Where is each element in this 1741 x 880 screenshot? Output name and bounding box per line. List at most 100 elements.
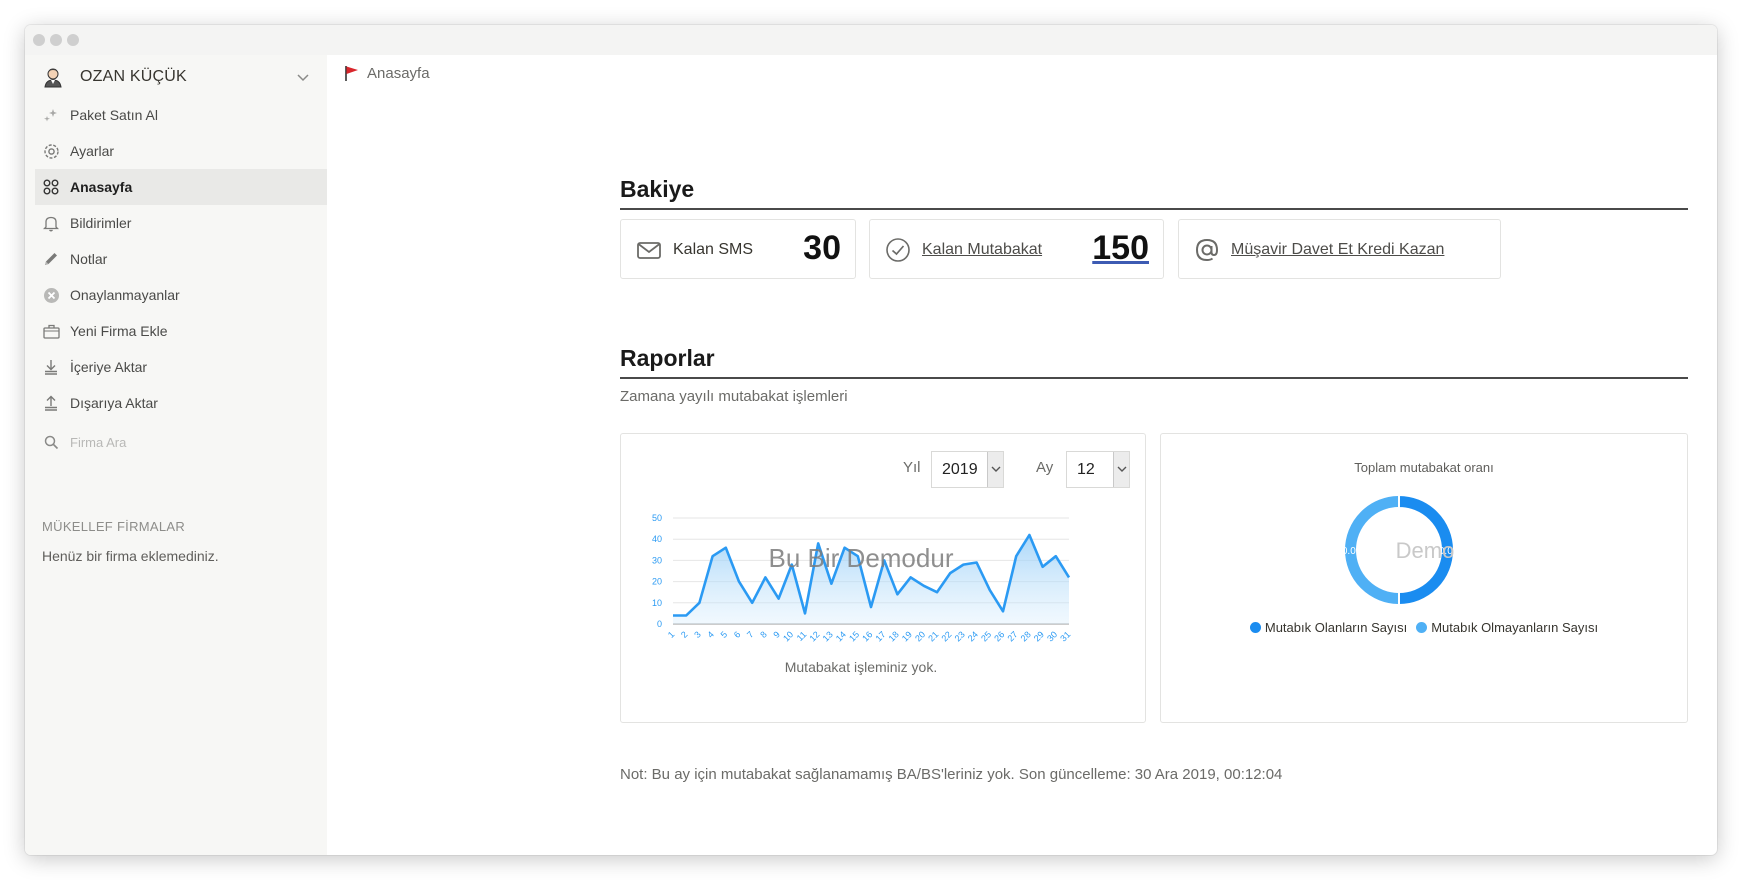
sidebar-item-unapproved[interactable]: Onaylanmayanlar	[35, 277, 327, 313]
sidebar-item-label: Notlar	[70, 251, 108, 267]
check-circle-icon	[886, 238, 910, 262]
balance-heading: Bakiye	[620, 176, 695, 202]
breadcrumb-label: Anasayfa	[367, 64, 430, 82]
x-tick-label: 7	[745, 629, 756, 640]
user-name: OZAN KÜÇÜK	[80, 68, 187, 85]
sidebar-item-settings[interactable]: Ayarlar	[35, 133, 327, 169]
pie-legend: Mutabık Olanların Sayısı Mutabık Olmayan…	[1161, 620, 1687, 635]
x-tick-label: 4	[705, 629, 716, 640]
chevron-down-icon[interactable]	[295, 69, 311, 85]
x-tick-label: 3	[692, 629, 703, 640]
pie-slice-label: 50.0%	[1336, 546, 1364, 557]
sidebar: OZAN KÜÇÜK Paket Satın Al Ayarlar Anasay…	[25, 55, 327, 855]
sparkle-icon	[42, 106, 60, 124]
upload-icon	[42, 394, 60, 412]
sidebar-item-add-company[interactable]: Yeni Firma Ekle	[35, 313, 327, 349]
y-tick-label: 20	[652, 577, 662, 587]
sidebar-item-export[interactable]: Dışarıya Aktar	[35, 385, 327, 421]
x-tick-label: 5	[719, 629, 730, 640]
reconciliation-balance-card: Kalan Mutabakat 150	[869, 219, 1164, 279]
reports-heading: Raporlar	[620, 345, 715, 371]
briefcase-icon	[42, 322, 60, 340]
balance-divider	[620, 208, 1688, 210]
legend-swatch-matched	[1249, 622, 1261, 633]
timeline-chart-card: Yıl 2019 Ay 12 0 10 20 30 40 50 1 2 3 4 …	[620, 433, 1146, 723]
user-avatar-icon	[44, 68, 62, 88]
legend-label-unmatched[interactable]: Mutabık Olmayanların Sayısı	[1431, 620, 1598, 635]
timeline-area-chart: 01020304050 1 2 3 4 5 6 7 8 9 10 11 12 13 14 15 16 17 18 1…	[652, 513, 1072, 643]
pie-title: Toplam mutabakat oranı	[1354, 460, 1494, 475]
window-minimize-dot[interactable]	[50, 34, 62, 46]
x-tick-label: 31	[1058, 629, 1072, 643]
company-search-input[interactable]: Firma Ara	[35, 424, 327, 460]
title-bar	[25, 25, 1717, 55]
pie-watermark: Demo	[1396, 538, 1455, 563]
search-icon	[42, 433, 60, 451]
x-tick-label: 9	[771, 629, 782, 640]
reconciliation-balance-link[interactable]: Kalan Mutabakat	[922, 241, 1042, 259]
month-label: Ay	[1036, 459, 1054, 476]
sidebar-item-home[interactable]: Anasayfa	[35, 169, 327, 205]
year-select[interactable]: 2019	[931, 451, 1004, 488]
reports-divider	[620, 377, 1688, 379]
y-tick-label: 40	[652, 534, 662, 544]
sidebar-item-notes[interactable]: Notlar	[35, 241, 327, 277]
month-select-arrow[interactable]	[1113, 452, 1129, 487]
year-select-value: 2019	[942, 461, 978, 478]
user-switcher[interactable]: OZAN KÜÇÜK	[35, 62, 315, 92]
year-label: Yıl	[903, 459, 921, 476]
flag-icon	[345, 66, 358, 81]
y-tick-label: 50	[652, 513, 662, 523]
reports-subtitle: Zamana yayılı mutabakat işlemleri	[620, 388, 848, 405]
section-title-companies: MÜKELLEF FİRMALAR	[42, 519, 186, 534]
sidebar-item-label: Anasayfa	[70, 179, 133, 195]
companies-empty-text: Henüz bir firma eklemediniz.	[42, 548, 219, 564]
sidebar-item-label: İçeriye Aktar	[70, 359, 148, 375]
grid-icon	[42, 178, 60, 196]
app-window: OZAN KÜÇÜK Paket Satın Al Ayarlar Anasay…	[25, 25, 1717, 855]
sms-balance-label: Kalan SMS	[673, 241, 754, 258]
x-tick-label: 2	[679, 629, 690, 640]
search-placeholder: Firma Ara	[70, 434, 127, 450]
x-tick-label: 6	[732, 629, 743, 640]
x-tick-label: 8	[758, 629, 769, 640]
sidebar-item-label: Yeni Firma Ekle	[70, 323, 168, 339]
main-content: Anasayfa Bakiye Kalan SMS 30 Kalan Mutab…	[327, 55, 1717, 855]
sidebar-item-buy-package[interactable]: Paket Satın Al	[35, 97, 327, 133]
legend-swatch-unmatched	[1416, 622, 1428, 633]
sidebar-item-import[interactable]: İçeriye Aktar	[35, 349, 327, 385]
sidebar-item-label: Paket Satın Al	[70, 107, 158, 123]
sidebar-nav: Paket Satın Al Ayarlar Anasayfa Bildirim…	[35, 97, 327, 460]
window-close-dot[interactable]	[33, 34, 45, 46]
window-maximize-dot[interactable]	[67, 34, 79, 46]
mail-icon	[637, 242, 661, 259]
ratio-chart-card: Toplam mutabakat oranı 50.0% 50.0% Demo M…	[1160, 433, 1688, 723]
x-circle-icon	[42, 286, 60, 304]
legend-label-matched[interactable]: Mutabık Olanların Sayısı	[1265, 620, 1407, 635]
pencil-icon	[42, 250, 60, 268]
sidebar-item-label: Onaylanmayanlar	[70, 287, 180, 303]
sidebar-item-label: Ayarlar	[70, 143, 115, 159]
bell-icon	[42, 214, 60, 232]
y-tick-label: 0	[657, 619, 662, 629]
x-tick-label: 1	[666, 629, 677, 640]
invite-card: Müşavir Davet Et Kredi Kazan	[1178, 219, 1501, 279]
month-select[interactable]: 12	[1066, 451, 1130, 488]
y-tick-label: 30	[652, 555, 662, 565]
sidebar-item-label: Dışarıya Aktar	[70, 395, 158, 411]
x-tick-label: 10	[781, 629, 795, 643]
sms-balance-card: Kalan SMS 30	[620, 219, 856, 279]
month-select-value: 12	[1077, 461, 1095, 478]
chart-empty-note: Mutabakat işleminiz yok.	[784, 659, 938, 675]
at-sign-icon	[1195, 238, 1219, 262]
reconciliation-balance-value: 150	[1092, 229, 1149, 267]
invite-link[interactable]: Müşavir Davet Et Kredi Kazan	[1231, 241, 1444, 259]
sidebar-item-notifications[interactable]: Bildirimler	[35, 205, 327, 241]
ratio-donut-chart: 50.0%50.0% Demo	[1336, 493, 1462, 607]
sidebar-item-label: Bildirimler	[70, 215, 132, 231]
breadcrumb[interactable]: Anasayfa	[343, 64, 430, 82]
sms-balance-value: 30	[803, 229, 841, 267]
chart-watermark: Bu Bir Demodur	[769, 543, 954, 573]
download-icon	[42, 358, 60, 376]
year-select-arrow[interactable]	[987, 452, 1003, 487]
